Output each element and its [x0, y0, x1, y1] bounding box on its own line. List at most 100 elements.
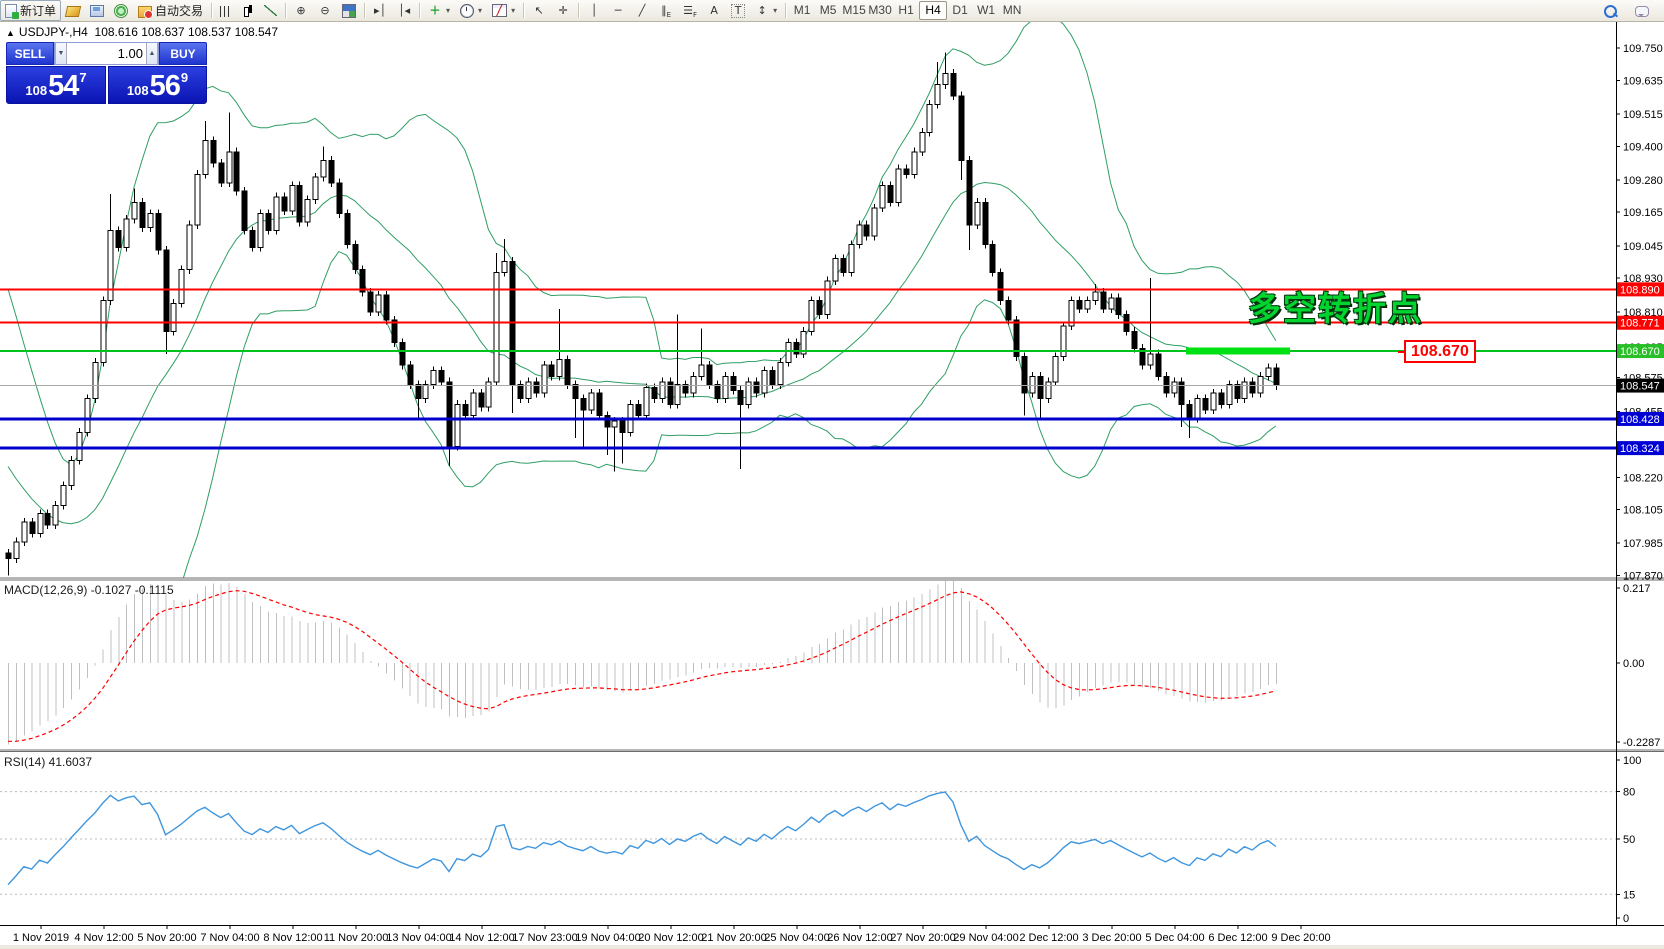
bull-candle: [644, 388, 649, 416]
separator: [211, 3, 212, 18]
bull-candle: [660, 382, 665, 399]
bull-candle: [1030, 376, 1035, 393]
trendline-tool-button[interactable]: ╱: [630, 0, 654, 21]
zoom-in-icon: ⊕: [294, 4, 308, 18]
bear-candle: [652, 388, 657, 399]
timeframe-w1[interactable]: W1: [973, 2, 999, 19]
rsi-line: [8, 792, 1276, 885]
bull-candle: [61, 486, 66, 506]
time-axis-label: 3 Dec 20:00: [1082, 932, 1141, 944]
indicators-button[interactable]: ＋▾: [423, 0, 455, 21]
time-axis-label: 13 Nov 04:00: [386, 932, 451, 944]
volume-increase-button[interactable]: ▲: [146, 43, 158, 64]
bull-candle: [849, 244, 854, 272]
toolbar: 新订单 自动交易 ⊕ ⊖ ▸│ │◂ ＋▾ ▾ ▾ ↖ ✛ │ ─ ╱ ∥E ☰…: [0, 0, 1664, 22]
hline-tool-button[interactable]: ─: [606, 0, 630, 21]
collapse-panel-icon[interactable]: ▲: [6, 28, 15, 38]
channel-tool-button[interactable]: ∥E: [654, 0, 678, 21]
crosshair-tool-button[interactable]: ✛: [551, 0, 575, 21]
bear-candle: [1203, 399, 1208, 410]
terminal-button[interactable]: [85, 0, 109, 21]
axis-tick-label: 107.870: [1623, 570, 1663, 582]
time-axis-label: 4 Nov 12:00: [74, 932, 133, 944]
timeframe-m30[interactable]: M30: [867, 2, 893, 19]
volume-input[interactable]: [67, 43, 146, 64]
bear-candle: [30, 522, 35, 533]
arrows-tool-button[interactable]: ↕▾: [750, 0, 782, 21]
bull-candle: [943, 73, 948, 84]
auto-scroll-button[interactable]: ▸│: [368, 0, 392, 21]
timeframe-h4[interactable]: H4: [919, 1, 947, 20]
axis-tick-label: 107.985: [1623, 538, 1663, 550]
timeframe-m15[interactable]: M15: [841, 2, 867, 19]
trendline-icon: ╱: [635, 4, 649, 18]
bull-candle: [431, 371, 436, 385]
autotrade-label: 自动交易: [155, 2, 203, 19]
bull-candle: [699, 365, 704, 376]
bb-middle-line: [8, 183, 1276, 524]
signal-icon: [114, 4, 128, 18]
time-axis-label: 6 Dec 12:00: [1208, 932, 1267, 944]
ask-price-button[interactable]: 108 56 9: [108, 66, 207, 104]
buy-button[interactable]: BUY: [159, 42, 207, 65]
cursor-tool-button[interactable]: ↖: [527, 0, 551, 21]
gold-bar-icon: [65, 6, 81, 17]
timeframe-h1[interactable]: H1: [893, 2, 919, 19]
timeframe-mn[interactable]: MN: [999, 2, 1025, 19]
bear-candle: [959, 96, 964, 161]
turning-point-annotation[interactable]: 多空转折点: [1248, 282, 1423, 330]
search-button[interactable]: [1599, 0, 1622, 21]
vline-tool-button[interactable]: │: [582, 0, 606, 21]
time-axis-label: 21 Nov 20:00: [701, 932, 766, 944]
bear-candle: [45, 514, 50, 525]
bear-candle: [620, 421, 625, 432]
price-level-tag[interactable]: 108.670: [1404, 340, 1476, 363]
feedback-button[interactable]: [1630, 0, 1654, 21]
autotrade-button[interactable]: 自动交易: [133, 0, 208, 21]
sell-button[interactable]: SELL: [6, 42, 54, 65]
chart-canvas[interactable]: 109.750109.635109.515109.400109.280109.1…: [0, 0, 1664, 949]
bear-candle: [636, 404, 641, 415]
candle-chart-button[interactable]: [237, 0, 259, 21]
bear-candle: [841, 259, 846, 273]
zoom-out-button[interactable]: ⊖: [313, 0, 337, 21]
bull-candle: [502, 261, 507, 272]
tile-windows-button[interactable]: [337, 0, 361, 21]
time-axis-label: 9 Dec 20:00: [1271, 932, 1330, 944]
axis-price-marker-label: 108.428: [1620, 414, 1660, 426]
bull-candle: [69, 460, 74, 485]
signal-button[interactable]: [109, 0, 133, 21]
bear-candle: [1006, 301, 1011, 321]
line-chart-button[interactable]: [259, 0, 282, 21]
timeframe-m5[interactable]: M5: [815, 2, 841, 19]
text-tool-button[interactable]: A: [702, 0, 726, 21]
chart-shift-button[interactable]: │◂: [392, 0, 416, 21]
bull-candle: [290, 186, 295, 211]
axis-tick-label: 109.165: [1623, 207, 1663, 219]
axis-tick-label: 109.400: [1623, 141, 1663, 153]
macd-indicator-label: MACD(12,26,9) -0.1027 -0.1115: [4, 583, 174, 597]
time-axis-label: 25 Nov 04:00: [764, 932, 829, 944]
time-axis: 1 Nov 20194 Nov 12:005 Nov 20:007 Nov 04…: [13, 925, 1331, 944]
chart-frame: [0, 22, 1664, 926]
bear-candle: [1022, 357, 1027, 393]
bear-candle: [219, 163, 224, 183]
periods-button[interactable]: ▾: [455, 0, 487, 21]
bollinger-bands: [8, 13, 1276, 679]
bear-candle: [447, 382, 452, 447]
bear-candle: [1038, 376, 1043, 398]
bar-chart-button[interactable]: [215, 0, 237, 21]
market-watch-button[interactable]: [61, 0, 85, 21]
axis-price-marker-label: 108.324: [1620, 443, 1660, 455]
label-tool-button[interactable]: T: [726, 0, 750, 21]
bid-price-button[interactable]: 108 54 7: [6, 66, 106, 104]
timeframe-d1[interactable]: D1: [947, 2, 973, 19]
volume-decrease-button[interactable]: ▼: [55, 43, 67, 64]
fibonacci-tool-button[interactable]: ☰F: [678, 0, 702, 21]
new-order-button[interactable]: 新订单: [0, 0, 61, 21]
timeframe-m1[interactable]: M1: [789, 2, 815, 19]
bear-candle: [211, 141, 216, 163]
templates-button[interactable]: ▾: [487, 0, 520, 21]
bear-candle: [1116, 298, 1121, 315]
zoom-in-button[interactable]: ⊕: [289, 0, 313, 21]
